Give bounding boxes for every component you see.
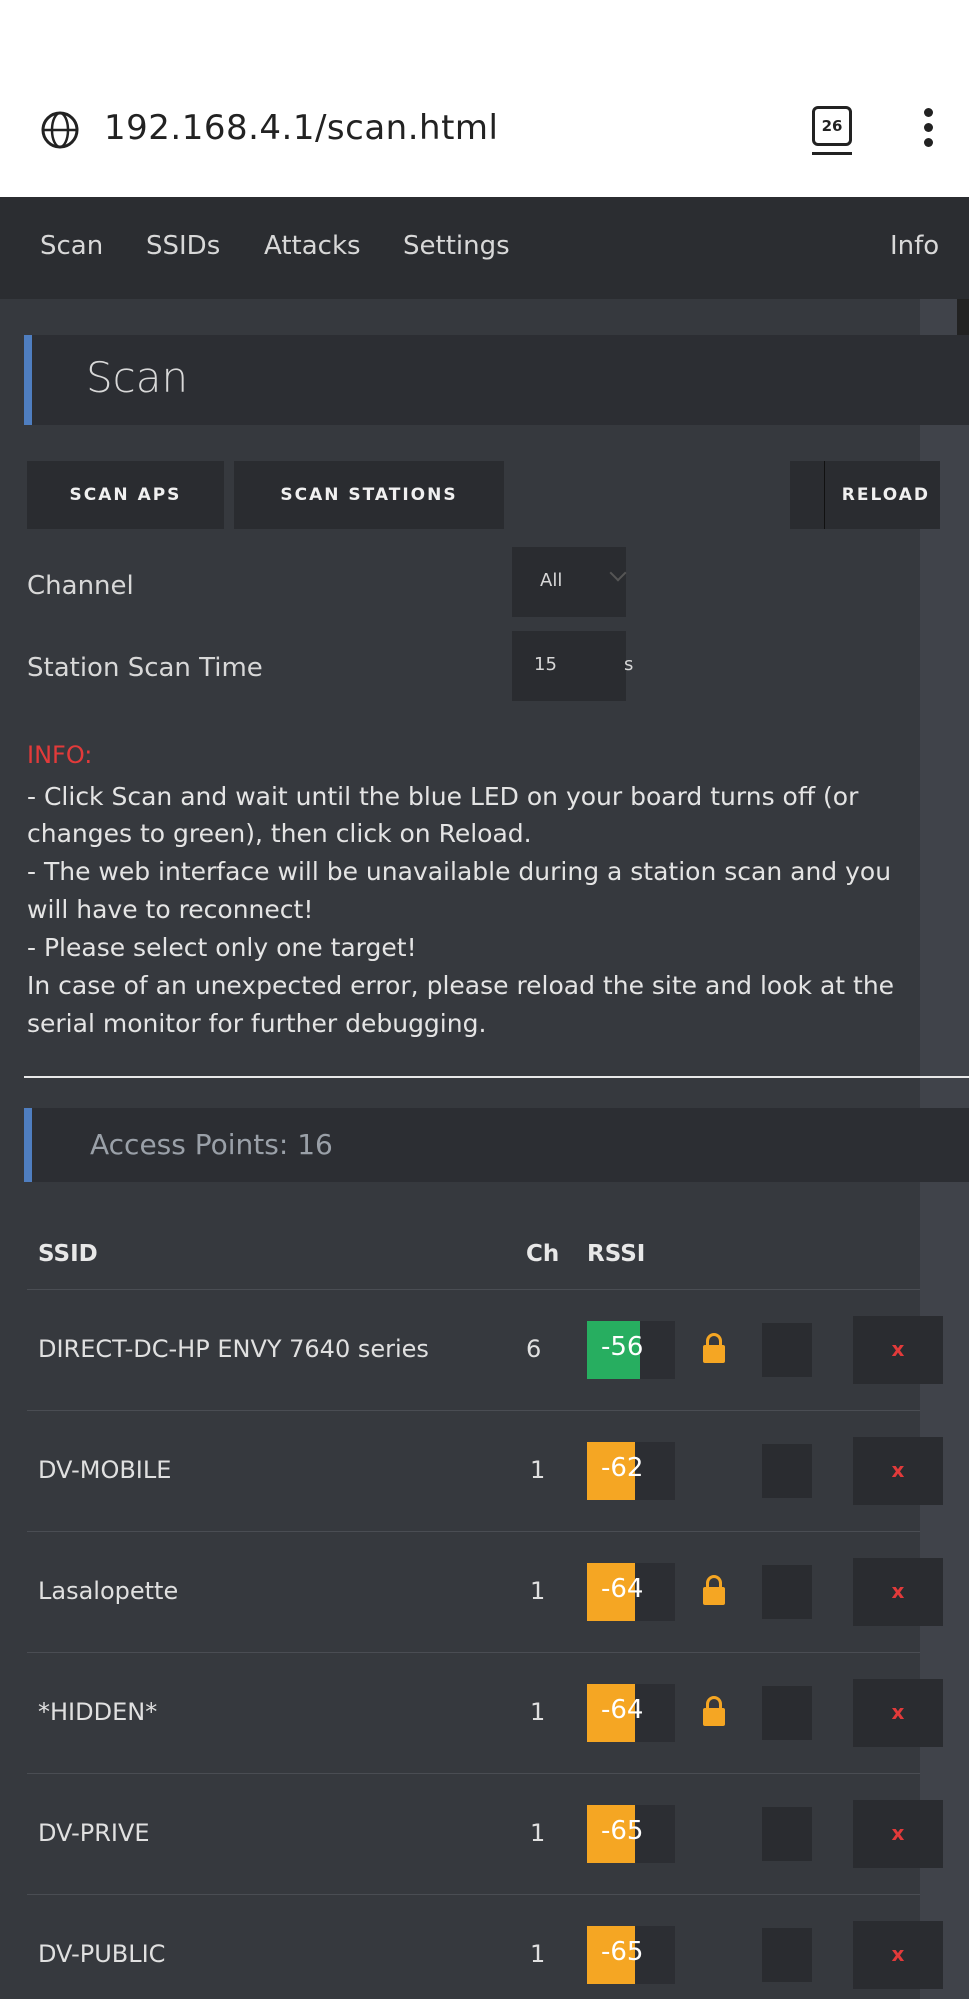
reload-label: RELOAD (841, 485, 930, 505)
rssi-bar: -65 (587, 1804, 675, 1863)
channel-select[interactable]: All (512, 547, 626, 617)
accent-bar (24, 1108, 32, 1182)
nav-item-attacks[interactable]: Attacks (264, 231, 361, 261)
delete-button[interactable]: x (853, 1315, 943, 1384)
rssi-bar: -64 (587, 1562, 675, 1621)
url-text[interactable]: 192.168.4.1/scan.html (104, 108, 498, 148)
info-line: changes to green), then click on Reload. (27, 819, 532, 848)
delete-button[interactable]: x (853, 1557, 943, 1626)
rssi-bar: -62 (587, 1441, 675, 1500)
scan-time-label: Station Scan Time (27, 653, 263, 683)
rssi-value: -62 (601, 1452, 644, 1483)
column-header-ch: Ch (526, 1241, 560, 1267)
channel-value: All (540, 570, 563, 591)
delete-button[interactable]: x (853, 1678, 943, 1747)
select-checkbox[interactable] (762, 1443, 812, 1498)
rssi-value: -65 (601, 1936, 644, 1967)
select-checkbox[interactable] (762, 1806, 812, 1861)
channel-cell: 1 (530, 1818, 546, 1847)
row-divider (27, 1289, 920, 1290)
ssid-cell: Lasalopette (38, 1576, 179, 1605)
scan-time-unit: s (624, 654, 634, 675)
globe-icon (41, 111, 79, 149)
channel-cell: 1 (530, 1576, 546, 1605)
row-divider (27, 1894, 920, 1895)
channel-label: Channel (27, 571, 134, 601)
delete-button[interactable]: x (853, 1799, 943, 1868)
reload-button[interactable]: RELOAD (790, 461, 940, 529)
rssi-bar: -56 (587, 1320, 675, 1379)
info-line: - The web interface will be unavailable … (27, 857, 892, 886)
rssi-value: -64 (601, 1573, 644, 1604)
rssi-bar: -65 (587, 1925, 675, 1984)
select-checkbox[interactable] (762, 1927, 812, 1982)
select-checkbox[interactable] (762, 1685, 812, 1740)
scan-aps-button[interactable]: SCAN APS (27, 461, 224, 529)
access-points-title: Access Points: 16 (90, 1128, 333, 1161)
row-divider (27, 1773, 920, 1774)
info-line: will have to reconnect! (27, 895, 314, 924)
row-divider (27, 1531, 920, 1532)
status-bar (0, 0, 969, 95)
page-title: Scan (86, 353, 189, 402)
lock-icon (703, 1695, 725, 1726)
tab-switcher-button[interactable]: 26 (812, 106, 852, 155)
access-points-header: Access Points: 16 (24, 1108, 969, 1182)
divider (824, 461, 825, 529)
ssid-cell: *HIDDEN* (38, 1697, 158, 1726)
top-nav: Scan SSIDs Attacks Settings Info (0, 197, 969, 299)
rssi-value: -64 (601, 1694, 644, 1725)
scan-time-value: 15 (534, 654, 557, 675)
menu-dots-icon[interactable] (922, 108, 934, 154)
column-header-ssid: SSID (38, 1241, 98, 1267)
accent-bar (24, 335, 32, 425)
divider (24, 1076, 969, 1078)
row-divider (27, 1652, 920, 1653)
channel-cell: 6 (526, 1334, 542, 1363)
scan-time-input[interactable]: 15 s (512, 631, 633, 701)
page-content: Scan SSIDs Attacks Settings Info Scan SC… (0, 197, 969, 1999)
lock-icon (703, 1332, 725, 1363)
info-line: serial monitor for further debugging. (27, 1009, 487, 1038)
nav-item-info[interactable]: Info (890, 231, 939, 261)
ssid-cell: DV-MOBILE (38, 1455, 172, 1484)
channel-cell: 1 (530, 1455, 546, 1484)
rssi-value: -65 (601, 1815, 644, 1846)
rssi-bar: -64 (587, 1683, 675, 1742)
ssid-cell: DV-PRIVE (38, 1818, 150, 1847)
row-divider (27, 1410, 920, 1411)
ssid-cell: DIRECT-DC-HP ENVY 7640 series (38, 1334, 429, 1363)
select-checkbox[interactable] (762, 1322, 812, 1377)
nav-item-scan[interactable]: Scan (40, 231, 103, 261)
nav-item-settings[interactable]: Settings (403, 231, 510, 261)
info-line: - Please select only one target! (27, 933, 417, 962)
channel-cell: 1 (530, 1939, 546, 1968)
column-header-rssi: RSSI (587, 1241, 646, 1267)
scan-stations-button[interactable]: SCAN STATIONS (234, 461, 504, 529)
delete-button[interactable]: x (853, 1436, 943, 1505)
delete-button[interactable]: x (853, 1920, 943, 1989)
lock-icon (703, 1574, 725, 1605)
info-line: - Click Scan and wait until the blue LED… (27, 782, 859, 811)
nav-item-ssids[interactable]: SSIDs (146, 231, 220, 261)
select-checkbox[interactable] (762, 1564, 812, 1619)
info-title: INFO: (27, 741, 93, 769)
scan-section-header: Scan (24, 335, 969, 425)
info-line: In case of an unexpected error, please r… (27, 971, 895, 1000)
rssi-value: -56 (601, 1331, 644, 1362)
ssid-cell: DV-PUBLIC (38, 1939, 166, 1968)
channel-cell: 1 (530, 1697, 546, 1726)
